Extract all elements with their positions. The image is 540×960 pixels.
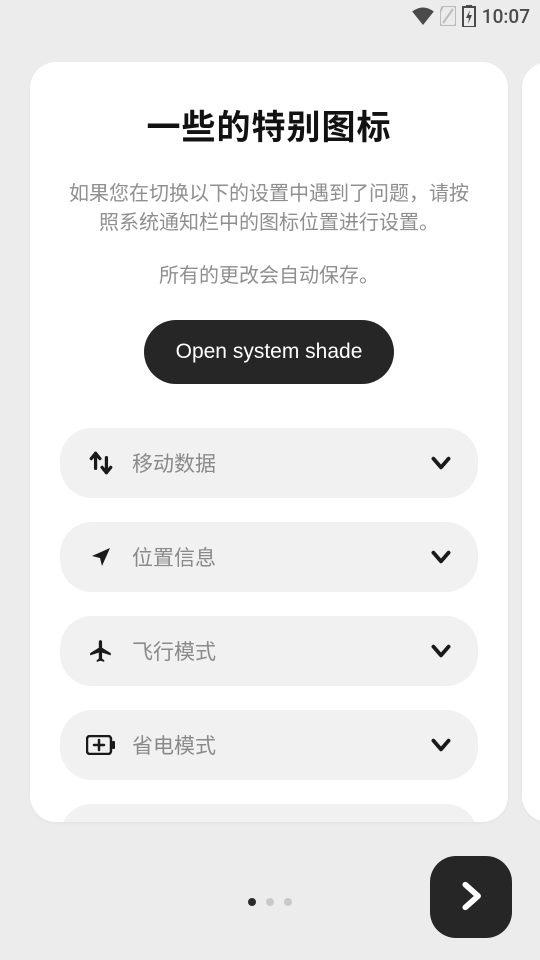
- row-airplane-mode[interactable]: 飞行模式: [60, 616, 478, 686]
- page-title: 一些的特别图标: [60, 100, 478, 149]
- row-overflow[interactable]: [60, 804, 478, 822]
- status-bar: 10:07: [0, 0, 540, 32]
- location-icon: [80, 545, 122, 569]
- onboarding-card: 一些的特别图标 如果您在切换以下的设置中遇到了问题，请按照系统通知栏中的图标位置…: [30, 62, 508, 822]
- page-dot: [266, 898, 274, 906]
- open-system-shade-button[interactable]: Open system shade: [144, 320, 395, 384]
- sim-icon: [440, 6, 456, 26]
- row-label: 移动数据: [132, 448, 428, 478]
- page-dot: [284, 898, 292, 906]
- mobile-data-icon: [80, 450, 122, 476]
- battery-icon: [462, 5, 476, 27]
- row-mobile-data[interactable]: 移动数据: [60, 428, 478, 498]
- chevron-down-icon: [428, 732, 454, 758]
- row-battery-saver[interactable]: 省电模式: [60, 710, 478, 780]
- airplane-icon: [80, 638, 122, 664]
- page-dot: [248, 898, 256, 906]
- wifi-icon: [412, 7, 434, 25]
- description-2: 所有的更改会自动保存。: [60, 259, 478, 288]
- row-label: 飞行模式: [132, 636, 428, 666]
- chevron-down-icon: [428, 638, 454, 664]
- next-button[interactable]: [430, 856, 512, 938]
- row-label: 位置信息: [132, 542, 428, 572]
- description-1: 如果您在切换以下的设置中遇到了问题，请按照系统通知栏中的图标位置进行设置。: [60, 179, 478, 237]
- row-location[interactable]: 位置信息: [60, 522, 478, 592]
- row-label: 省电模式: [132, 730, 428, 760]
- chevron-right-icon: [454, 879, 488, 916]
- next-card-peek: [522, 62, 540, 822]
- chevron-down-icon: [428, 450, 454, 476]
- battery-saver-icon: [80, 735, 122, 755]
- status-time: 10:07: [482, 5, 530, 28]
- chevron-down-icon: [428, 544, 454, 570]
